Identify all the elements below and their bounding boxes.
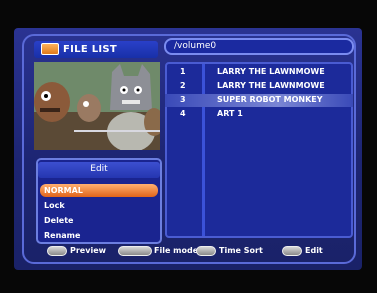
file-row[interactable]: 1 LARRY THE LAWNMOWE [165,66,353,79]
file-number: 1 [180,67,186,76]
edit-popup-title: Edit [90,164,108,174]
file-number: 4 [180,109,186,118]
file-number: 3 [180,95,186,104]
file-row-selected[interactable]: 3 SUPER ROBOT MONKEY [165,94,353,107]
file-title: LARRY THE LAWNMOWE [217,67,325,76]
preview-key-icon[interactable] [47,246,67,256]
file-title: ART 1 [217,109,243,118]
file-mode-label: File mode [154,246,199,255]
edit-label: Edit [305,246,323,255]
file-number: 2 [180,81,186,90]
menu-item-lock[interactable]: Lock [44,201,65,210]
file-mode-key-icon[interactable] [118,246,152,256]
file-row[interactable]: 2 LARRY THE LAWNMOWE [165,80,353,93]
file-row[interactable]: 4 ART 1 [165,108,353,121]
menu-item-delete[interactable]: Delete [44,216,73,225]
file-title: LARRY THE LAWNMOWE [217,81,325,90]
time-sort-label: Time Sort [219,246,263,255]
edit-key-icon[interactable] [282,246,302,256]
time-sort-key-icon[interactable] [196,246,216,256]
page-title: FILE LIST [63,44,118,55]
menu-item-normal[interactable]: NORMAL [44,186,83,195]
preview-label: Preview [70,246,107,255]
path-label: /volume0 [174,41,217,51]
video-preview [34,62,160,150]
menu-item-rename[interactable]: Rename [44,231,80,240]
file-title: SUPER ROBOT MONKEY [217,95,323,104]
folder-icon [41,43,59,55]
